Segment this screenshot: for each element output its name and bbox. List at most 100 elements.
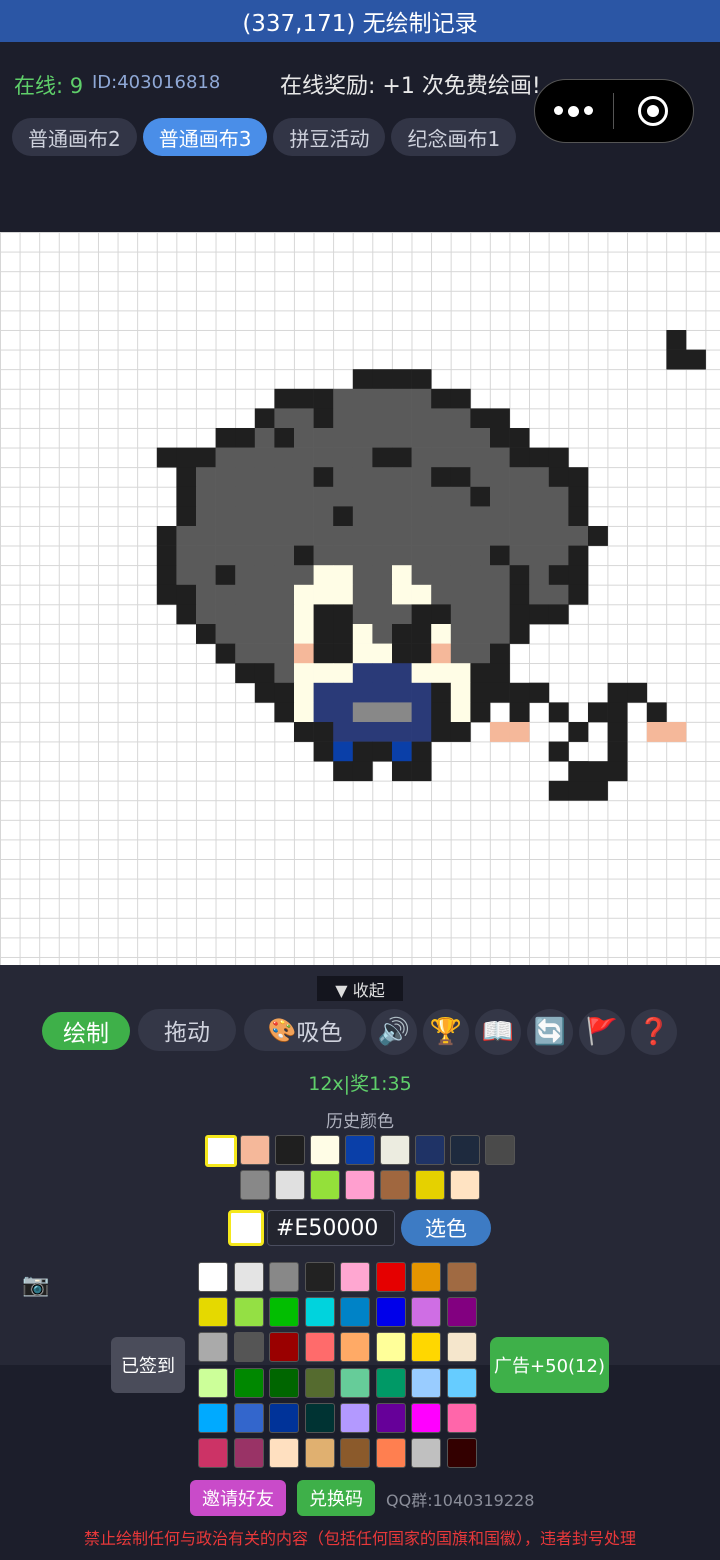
history-color-swatch[interactable] — [275, 1135, 305, 1165]
palette-color-swatch[interactable] — [340, 1367, 370, 1398]
palette-color-swatch[interactable] — [269, 1332, 299, 1363]
palette-color-swatch[interactable] — [446, 1332, 477, 1363]
pixel — [529, 565, 550, 586]
palette-color-swatch[interactable] — [269, 1438, 299, 1468]
tab-normal-canvas-2[interactable]: 普通画布2 — [12, 118, 137, 156]
history-color-swatch[interactable] — [380, 1170, 410, 1200]
pixel — [333, 741, 354, 762]
palette-color-swatch[interactable] — [233, 1367, 264, 1398]
redeem-code-button[interactable]: 兑换码 — [297, 1480, 375, 1516]
history-color-swatch[interactable] — [310, 1135, 340, 1165]
history-color-swatch[interactable] — [380, 1135, 410, 1165]
palette-color-swatch[interactable] — [411, 1402, 441, 1433]
choose-color-button[interactable]: 选色 — [401, 1210, 491, 1246]
cooldown-timer: 12x|奖1:35 — [308, 1073, 412, 1095]
pixel — [254, 604, 275, 625]
palette-color-swatch[interactable] — [340, 1438, 370, 1468]
palette-color-swatch[interactable] — [411, 1297, 441, 1328]
pixel-canvas[interactable] — [0, 232, 720, 965]
pixel — [509, 682, 530, 703]
palette-color-swatch[interactable] — [304, 1262, 335, 1292]
palette-color-swatch[interactable] — [304, 1402, 335, 1433]
palette-color-swatch[interactable] — [233, 1402, 264, 1433]
palette-color-swatch[interactable] — [269, 1402, 299, 1433]
more-dots-icon[interactable] — [535, 105, 613, 117]
history-color-swatch[interactable] — [450, 1135, 480, 1165]
history-color-swatch[interactable] — [450, 1170, 480, 1200]
history-color-swatch[interactable] — [240, 1170, 270, 1200]
palette-color-swatch[interactable] — [375, 1438, 406, 1468]
invite-friends-button[interactable]: 邀请好友 — [190, 1480, 286, 1516]
palette-color-swatch[interactable] — [411, 1367, 441, 1398]
ad-reward-button[interactable]: 广告+50(12) — [490, 1337, 609, 1393]
history-color-swatch[interactable] — [415, 1170, 445, 1200]
pixel — [235, 447, 256, 468]
palette-color-swatch[interactable] — [375, 1332, 406, 1363]
pixel — [313, 428, 334, 448]
palette-color-swatch[interactable] — [375, 1262, 406, 1292]
palette-color-swatch[interactable] — [269, 1297, 299, 1328]
history-color-swatch[interactable] — [485, 1135, 515, 1165]
palette-color-swatch[interactable] — [446, 1262, 477, 1292]
target-icon[interactable] — [614, 96, 694, 126]
palette-color-swatch[interactable] — [269, 1367, 299, 1398]
palette-color-swatch[interactable] — [411, 1438, 441, 1468]
collapse-button[interactable]: ▼ 收起 — [317, 976, 403, 1001]
book-icon[interactable]: 📖 — [475, 1009, 521, 1055]
pixel — [333, 584, 354, 605]
mini-program-capsule — [534, 79, 694, 143]
palette-color-swatch[interactable] — [198, 1438, 228, 1468]
palette-color-swatch[interactable] — [375, 1297, 406, 1328]
palette-color-swatch[interactable] — [198, 1402, 228, 1433]
pixel — [548, 526, 569, 546]
palette-color-swatch[interactable] — [340, 1297, 370, 1328]
palette-color-swatch[interactable] — [340, 1402, 370, 1433]
palette-color-swatch[interactable] — [304, 1332, 335, 1363]
palette-color-swatch[interactable] — [233, 1332, 264, 1363]
palette-color-swatch[interactable] — [233, 1297, 264, 1328]
flag-icon[interactable]: 🚩 — [579, 1009, 625, 1055]
palette-color-swatch[interactable] — [198, 1262, 228, 1292]
refresh-icon[interactable]: 🔄 — [527, 1009, 573, 1055]
help-icon[interactable]: ❓ — [631, 1009, 677, 1055]
palette-color-swatch[interactable] — [375, 1367, 406, 1398]
pixel — [392, 663, 412, 684]
pixel — [548, 447, 569, 468]
palette-color-swatch[interactable] — [446, 1297, 477, 1328]
history-color-swatch[interactable] — [275, 1170, 305, 1200]
history-color-swatch[interactable] — [240, 1135, 270, 1165]
palette-color-swatch[interactable] — [446, 1367, 477, 1398]
palette-color-swatch[interactable] — [375, 1402, 406, 1433]
eyedropper-button[interactable]: 🎨 吸色 — [244, 1009, 366, 1051]
tab-normal-canvas-3[interactable]: 普通画布3 — [142, 118, 268, 156]
palette-color-swatch[interactable] — [446, 1438, 477, 1468]
palette-color-swatch[interactable] — [198, 1297, 228, 1328]
history-color-swatch[interactable] — [205, 1135, 237, 1167]
hex-color-input[interactable]: #E50000 — [267, 1210, 395, 1246]
palette-color-swatch[interactable] — [304, 1367, 335, 1398]
tab-bead-event[interactable]: 拼豆活动 — [273, 118, 386, 156]
history-color-swatch[interactable] — [345, 1170, 375, 1200]
palette-color-swatch[interactable] — [446, 1402, 477, 1433]
tab-memorial-canvas-1[interactable]: 纪念画布1 — [391, 118, 517, 156]
draw-mode-button[interactable]: 绘制 — [42, 1012, 130, 1050]
palette-color-swatch[interactable] — [411, 1332, 441, 1363]
camera-icon[interactable]: 📷 — [22, 1273, 54, 1299]
palette-color-swatch[interactable] — [340, 1262, 370, 1292]
palette-color-swatch[interactable] — [340, 1332, 370, 1363]
palette-color-swatch[interactable] — [198, 1367, 228, 1398]
palette-color-swatch[interactable] — [233, 1262, 264, 1292]
history-color-swatch[interactable] — [310, 1170, 340, 1200]
palette-color-swatch[interactable] — [304, 1297, 335, 1328]
palette-color-swatch[interactable] — [304, 1438, 335, 1468]
palette-color-swatch[interactable] — [198, 1332, 228, 1363]
palette-color-swatch[interactable] — [269, 1262, 299, 1292]
drag-mode-button[interactable]: 拖动 — [138, 1009, 236, 1051]
palette-color-swatch[interactable] — [233, 1438, 264, 1468]
history-color-swatch[interactable] — [415, 1135, 445, 1165]
history-color-swatch[interactable] — [345, 1135, 375, 1165]
signed-in-button[interactable]: 已签到 — [111, 1337, 185, 1393]
sound-icon[interactable]: 🔊 — [371, 1009, 417, 1055]
palette-color-swatch[interactable] — [411, 1262, 441, 1292]
trophy-icon[interactable]: 🏆 — [423, 1009, 469, 1055]
